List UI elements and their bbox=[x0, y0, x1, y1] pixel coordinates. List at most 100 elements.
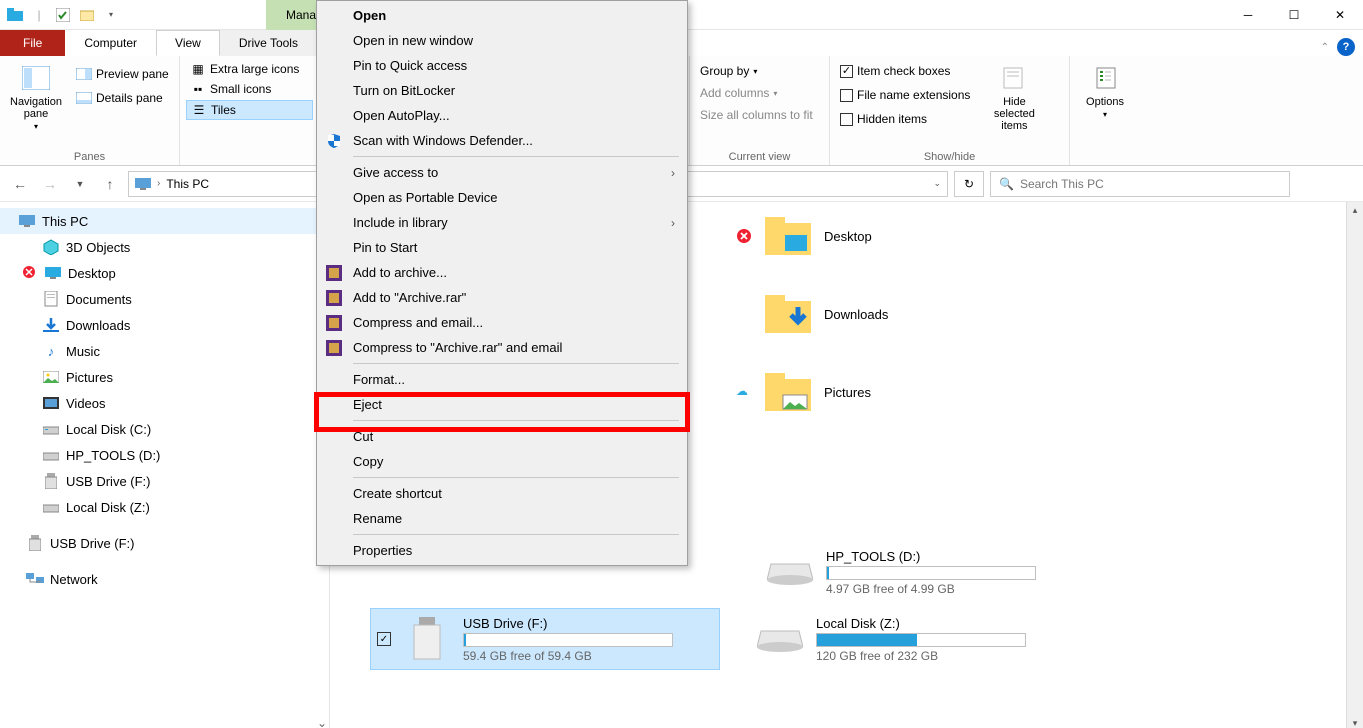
close-button[interactable]: ✕ bbox=[1317, 0, 1363, 30]
drive-icon bbox=[766, 548, 814, 596]
tree-local-disk-c[interactable]: Local Disk (C:) bbox=[0, 416, 329, 442]
ctx-copy[interactable]: Copy bbox=[319, 449, 685, 474]
hide-selected-button[interactable]: Hide selected items bbox=[980, 60, 1048, 148]
search-input[interactable]: 🔍 Search This PC bbox=[990, 171, 1290, 197]
ctx-label: Open as Portable Device bbox=[353, 190, 498, 205]
folder-icon bbox=[764, 368, 812, 416]
breadcrumb-this-pc[interactable]: This PC bbox=[166, 177, 209, 191]
drive-usb-f[interactable]: USB Drive (F:) 59.4 GB free of 59.4 GB bbox=[370, 608, 720, 670]
ctx-add-rar[interactable]: Add to "Archive.rar" bbox=[319, 285, 685, 310]
tree-label: Pictures bbox=[66, 370, 113, 385]
ctx-open-new-window[interactable]: Open in new window bbox=[319, 28, 685, 53]
ctx-rename[interactable]: Rename bbox=[319, 506, 685, 531]
tree-usb-drive-f[interactable]: USB Drive (F:) bbox=[0, 468, 329, 494]
winrar-icon bbox=[325, 264, 343, 282]
ctx-properties[interactable]: Properties bbox=[319, 538, 685, 563]
tree-usb-drive-f-2[interactable]: USB Drive (F:) bbox=[0, 530, 329, 556]
item-checkbox[interactable] bbox=[377, 632, 391, 646]
options-button[interactable]: Options ▾ bbox=[1076, 60, 1134, 148]
tree-label: Videos bbox=[66, 396, 106, 411]
maximize-button[interactable]: ☐ bbox=[1271, 0, 1317, 30]
folder-desktop[interactable]: Desktop bbox=[730, 206, 1080, 266]
size-columns-button[interactable]: Size all columns to fit bbox=[696, 106, 817, 124]
new-folder-icon[interactable] bbox=[78, 6, 96, 24]
ribbon-collapse-icon[interactable]: ⌃ bbox=[1321, 42, 1329, 53]
properties-icon[interactable] bbox=[54, 6, 72, 24]
tree-3d-objects[interactable]: 3D Objects bbox=[0, 234, 329, 260]
tree-music[interactable]: ♪Music bbox=[0, 338, 329, 364]
file-extensions-toggle[interactable]: File name extensions bbox=[836, 86, 974, 104]
drive-hp-tools[interactable]: HP_TOOLS (D:) 4.97 GB free of 4.99 GB bbox=[760, 542, 1110, 602]
forward-button[interactable]: → bbox=[38, 172, 62, 196]
tree-videos[interactable]: Videos bbox=[0, 390, 329, 416]
add-columns-button[interactable]: Add columns ▾ bbox=[696, 84, 817, 102]
preview-pane-button[interactable]: Preview pane bbox=[72, 64, 173, 84]
ctx-label: Create shortcut bbox=[353, 486, 442, 501]
ctx-give-access[interactable]: Give access to› bbox=[319, 160, 685, 185]
ctx-create-shortcut[interactable]: Create shortcut bbox=[319, 481, 685, 506]
tree-label: Network bbox=[50, 572, 98, 587]
content-scrollbar[interactable]: ▴ ▾ bbox=[1346, 202, 1363, 728]
tree-scroll-down-icon[interactable]: ⌄ bbox=[317, 716, 327, 728]
up-button[interactable]: ↑ bbox=[98, 172, 122, 196]
tree-pictures[interactable]: Pictures bbox=[0, 364, 329, 390]
ctx-open[interactable]: Open bbox=[319, 3, 685, 28]
folder-pictures[interactable]: ☁ Pictures bbox=[730, 362, 1080, 422]
tab-drive-tools[interactable]: Drive Tools bbox=[220, 30, 317, 56]
tree-documents[interactable]: Documents bbox=[0, 286, 329, 312]
ctx-include-library[interactable]: Include in library› bbox=[319, 210, 685, 235]
address-dropdown-icon[interactable]: ⌄ bbox=[933, 178, 941, 189]
tab-view[interactable]: View bbox=[156, 30, 220, 56]
ctx-label: Compress to "Archive.rar" and email bbox=[353, 340, 562, 355]
search-icon: 🔍 bbox=[999, 177, 1014, 191]
extra-large-icons-icon: ▦ bbox=[190, 61, 206, 77]
layout-tiles[interactable]: ☰Tiles bbox=[186, 100, 313, 120]
item-check-boxes-label: Item check boxes bbox=[857, 64, 950, 78]
minimize-button[interactable]: ─ bbox=[1225, 0, 1271, 30]
layout-extra-large[interactable]: ▦Extra large icons bbox=[186, 60, 313, 78]
ctx-add-archive[interactable]: Add to archive... bbox=[319, 260, 685, 285]
ctx-compress-email[interactable]: Compress and email... bbox=[319, 310, 685, 335]
tab-computer[interactable]: Computer bbox=[65, 30, 156, 56]
folder-name: Downloads bbox=[824, 307, 888, 322]
tree-hp-tools[interactable]: HP_TOOLS (D:) bbox=[0, 442, 329, 468]
tiles-label: Tiles bbox=[211, 103, 236, 117]
ctx-compress-rar-email[interactable]: Compress to "Archive.rar" and email bbox=[319, 335, 685, 360]
ctx-pin-start[interactable]: Pin to Start bbox=[319, 235, 685, 260]
drive-icon bbox=[756, 615, 804, 663]
show-hide-caption: Show/hide bbox=[836, 148, 1063, 163]
recent-dropdown[interactable]: ▼ bbox=[68, 172, 92, 196]
ctx-format[interactable]: Format... bbox=[319, 367, 685, 392]
scroll-up-icon[interactable]: ▴ bbox=[1347, 202, 1363, 219]
ctx-pin-quick-access[interactable]: Pin to Quick access bbox=[319, 53, 685, 78]
breadcrumb-chevron-icon[interactable]: › bbox=[157, 178, 160, 189]
qat-dropdown-icon[interactable]: ▾ bbox=[102, 6, 120, 24]
scroll-down-icon[interactable]: ▾ bbox=[1347, 715, 1363, 728]
hidden-items-toggle[interactable]: Hidden items bbox=[836, 110, 974, 128]
item-check-boxes-toggle[interactable]: Item check boxes bbox=[836, 62, 974, 80]
ctx-bitlocker[interactable]: Turn on BitLocker bbox=[319, 78, 685, 103]
tree-desktop[interactable]: Desktop bbox=[0, 260, 329, 286]
tree-local-disk-z[interactable]: Local Disk (Z:) bbox=[0, 494, 329, 520]
ctx-label: Add to archive... bbox=[353, 265, 447, 280]
tree-downloads[interactable]: Downloads bbox=[0, 312, 329, 338]
ctx-portable-device[interactable]: Open as Portable Device bbox=[319, 185, 685, 210]
help-icon[interactable]: ? bbox=[1337, 38, 1355, 56]
details-pane-icon bbox=[76, 90, 92, 106]
tree-this-pc[interactable]: This PC bbox=[0, 208, 329, 234]
back-button[interactable]: ← bbox=[8, 172, 32, 196]
tree-network[interactable]: Network bbox=[0, 566, 329, 592]
drive-local-z[interactable]: Local Disk (Z:) 120 GB free of 232 GB bbox=[750, 608, 1100, 670]
refresh-button[interactable]: ↻ bbox=[954, 171, 984, 197]
small-icons-label: Small icons bbox=[210, 82, 271, 96]
layout-small[interactable]: ▪▪Small icons bbox=[186, 80, 313, 98]
tab-file[interactable]: File bbox=[0, 30, 65, 56]
group-by-button[interactable]: Group by ▾ bbox=[696, 62, 817, 80]
ctx-autoplay[interactable]: Open AutoPlay... bbox=[319, 103, 685, 128]
tree-label: Documents bbox=[66, 292, 132, 307]
ctx-defender[interactable]: Scan with Windows Defender... bbox=[319, 128, 685, 153]
details-pane-button[interactable]: Details pane bbox=[72, 88, 173, 108]
folder-name: Desktop bbox=[824, 229, 872, 244]
navigation-pane-button[interactable]: Navigation pane ▾ bbox=[6, 60, 66, 148]
folder-downloads[interactable]: Downloads bbox=[730, 284, 1080, 344]
